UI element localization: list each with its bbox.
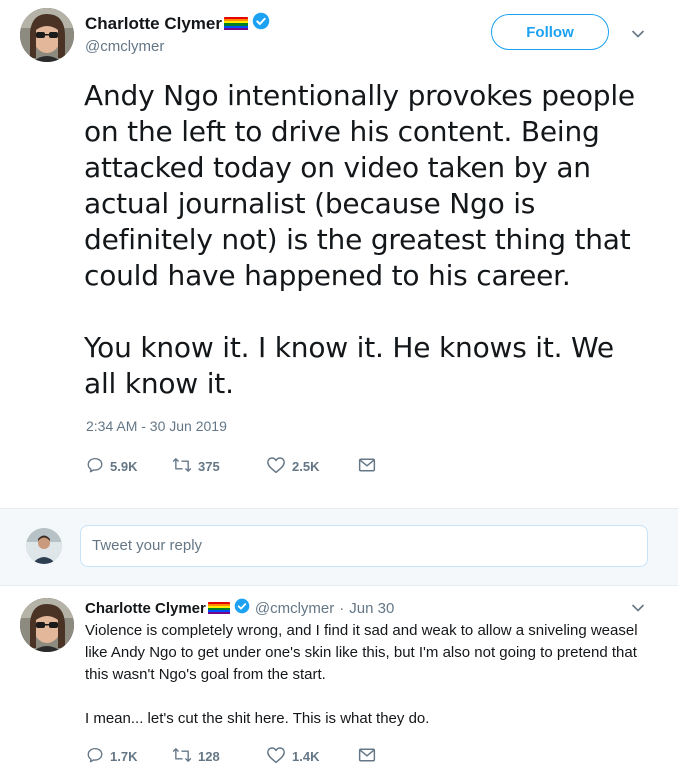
- tweet-text: Andy Ngo intentionally provokes people o…: [84, 79, 635, 400]
- reply-count: 5.9K: [110, 458, 138, 474]
- reply-author-handle[interactable]: @cmclymer: [255, 600, 334, 617]
- reply-header: Charlotte Clymer @cmclymer · Jun 30: [85, 598, 394, 618]
- rainbow-flag-icon: [223, 16, 248, 31]
- follow-button[interactable]: Follow: [491, 14, 609, 50]
- author-name[interactable]: Charlotte Clymer: [85, 14, 222, 34]
- direct-message-button[interactable]: [358, 457, 376, 476]
- heart-icon: [266, 456, 286, 477]
- reply-author-avatar[interactable]: [20, 598, 74, 652]
- like-button[interactable]: 2.5K: [266, 456, 358, 477]
- retweet-count: 128: [198, 748, 220, 764]
- heart-icon: [266, 746, 286, 767]
- current-user-avatar: [26, 528, 62, 564]
- reply-input[interactable]: Tweet your reply: [80, 525, 648, 567]
- tweet-actions: 5.9K 375 2.5K: [86, 454, 376, 478]
- tweet-header: Charlotte Clymer @cmclymer Follow: [0, 0, 678, 72]
- reply-actions: 1.7K 128 1.4K: [86, 744, 376, 768]
- like-button[interactable]: 1.4K: [266, 746, 358, 767]
- reply-icon: [86, 746, 104, 767]
- direct-message-button[interactable]: [358, 747, 376, 766]
- reply-date[interactable]: Jun 30: [349, 600, 394, 617]
- author-avatar[interactable]: [20, 8, 74, 62]
- retweet-button[interactable]: 375: [172, 456, 266, 477]
- envelope-icon: [358, 747, 376, 766]
- author-handle[interactable]: @cmclymer: [85, 38, 164, 55]
- tweet-timestamp[interactable]: 2:34 AM - 30 Jun 2019: [86, 418, 227, 434]
- reply-author-name[interactable]: Charlotte Clymer: [85, 600, 206, 617]
- reply-icon: [86, 456, 104, 477]
- chevron-down-icon[interactable]: [630, 600, 646, 621]
- reply-button[interactable]: 5.9K: [86, 456, 172, 477]
- meta-separator: ·: [339, 599, 345, 617]
- author-name-row[interactable]: Charlotte Clymer: [85, 12, 270, 35]
- reply-count: 1.7K: [110, 748, 138, 764]
- like-count: 2.5K: [292, 458, 320, 474]
- verified-badge-icon: [234, 598, 250, 618]
- reply-text: Violence is completely wrong, and I find…: [85, 622, 638, 727]
- envelope-icon: [358, 457, 376, 476]
- retweet-button[interactable]: 128: [172, 746, 266, 767]
- chevron-down-icon[interactable]: [630, 26, 646, 47]
- rainbow-flag-icon: [207, 601, 230, 615]
- retweet-icon: [172, 456, 192, 477]
- verified-badge-icon: [252, 12, 270, 35]
- like-count: 1.4K: [292, 748, 320, 764]
- reply-button[interactable]: 1.7K: [86, 746, 172, 767]
- retweet-count: 375: [198, 458, 220, 474]
- retweet-icon: [172, 746, 192, 767]
